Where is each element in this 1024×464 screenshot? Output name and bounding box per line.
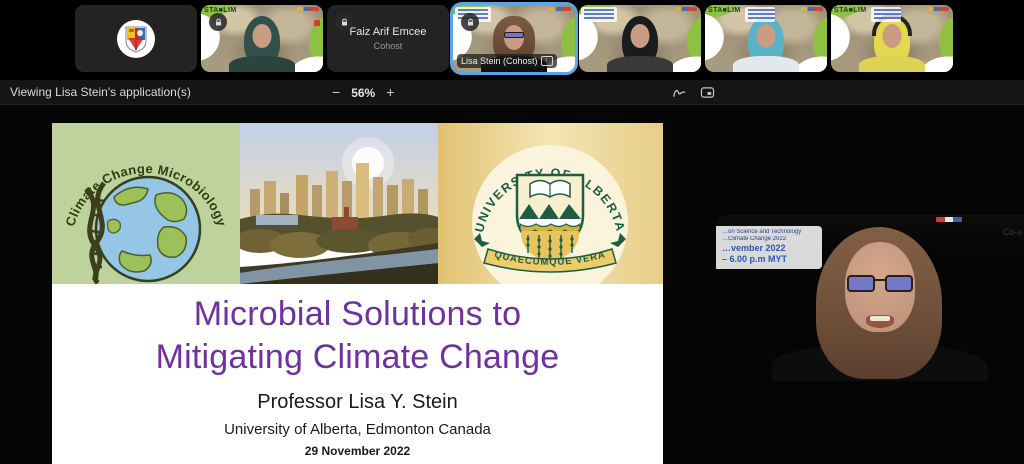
slide-footer: Professor Lisa Y. Stein University of Al… xyxy=(52,391,663,458)
speaker-figure xyxy=(800,227,960,381)
event-banner-thumbnail xyxy=(871,7,901,22)
zoom-window: STA■LIM Faiz Arif Emcee Cohost xyxy=(0,0,1024,464)
participant-tile-video-2[interactable] xyxy=(579,5,701,72)
screen-share-indicator-icon: ↑ xyxy=(541,56,553,66)
view-options-icon[interactable] xyxy=(700,86,715,99)
lock-icon xyxy=(335,13,353,31)
slide-title-line1: Microbial Solutions to xyxy=(52,293,663,336)
sponsor-logos xyxy=(927,7,949,11)
banner-line3: …vember 2022 xyxy=(722,243,817,254)
university-of-alberta-crest: UNIVERSITY OF ALBERTA xyxy=(438,123,663,284)
edmonton-skyline-photo xyxy=(240,123,438,284)
banner-line2: …Climate Change 2022 xyxy=(722,236,817,243)
slide-header-images: Climate Change Microbiology xyxy=(52,123,663,284)
cosponsor-label: Co-s xyxy=(1003,227,1022,237)
event-banner-thumbnail xyxy=(745,7,775,22)
participant-name: Faiz Arif Emcee xyxy=(349,26,426,38)
sponsor-logos xyxy=(801,7,823,11)
viewing-status-label: Viewing Lisa Stein's application(s) xyxy=(10,80,191,105)
presentation-slide: Climate Change Microbiology xyxy=(52,123,663,464)
avatar xyxy=(117,20,155,58)
presenter-name: Professor Lisa Y. Stein xyxy=(52,391,663,414)
zoom-out-button[interactable]: − xyxy=(330,80,342,105)
lock-icon xyxy=(209,13,227,31)
event-banner-thumbnail xyxy=(581,7,617,22)
glasses xyxy=(847,275,913,294)
zoom-controls: − 56% + xyxy=(330,80,396,105)
school-crest-icon xyxy=(124,25,148,53)
participant-strip: STA■LIM Faiz Arif Emcee Cohost xyxy=(0,0,1024,80)
banner-line1: …on Science and Technology xyxy=(722,229,817,236)
participant-tile-video-4[interactable]: STA■LIM xyxy=(831,5,953,72)
sponsor-logos xyxy=(675,7,697,11)
participant-tile-video-1[interactable]: STA■LIM xyxy=(201,5,323,72)
sponsor-logos xyxy=(549,7,571,11)
slide-title: Microbial Solutions to Mitigating Climat… xyxy=(52,293,663,379)
presenter-affiliation: University of Alberta, Edmonton Canada xyxy=(52,421,663,438)
staclim-logo-text: STA■LIM xyxy=(834,7,867,14)
staclim-logo-text: STA■LIM xyxy=(708,7,741,14)
participant-figure xyxy=(600,16,680,72)
participant-tile-video-3[interactable]: STA■LIM xyxy=(705,5,827,72)
banner-line4: – 6.00 p.m MYT xyxy=(722,254,817,265)
participant-figure xyxy=(222,16,302,72)
lock-icon xyxy=(461,13,479,31)
participant-role: Cohost xyxy=(374,41,403,51)
speaker-video[interactable]: …on Science and Technology …Climate Chan… xyxy=(716,215,1024,381)
participant-figure xyxy=(726,16,806,72)
sponsor-logos xyxy=(936,217,962,222)
event-banner: …on Science and Technology …Climate Chan… xyxy=(716,226,822,269)
sponsor-logos xyxy=(297,7,319,11)
recording-dot xyxy=(314,20,320,26)
participant-tile-lisa[interactable]: Lisa Stein (Cohost) ↑ xyxy=(453,5,575,72)
zoom-in-button[interactable]: + xyxy=(384,80,396,105)
participant-figure xyxy=(852,16,932,72)
climate-change-microbiology-logo: Climate Change Microbiology xyxy=(52,123,240,284)
participant-tile-avatar[interactable] xyxy=(75,5,197,72)
share-toolbar: Viewing Lisa Stein's application(s) − 56… xyxy=(0,80,1024,105)
speaker-mouth xyxy=(866,315,894,328)
participant-tile-faiz[interactable]: Faiz Arif Emcee Cohost xyxy=(327,5,449,72)
active-speaker-label: Lisa Stein (Cohost) ↑ xyxy=(457,54,557,68)
shared-screen-area: Climate Change Microbiology xyxy=(0,105,1024,464)
annotate-icon[interactable] xyxy=(672,86,687,99)
zoom-level[interactable]: 56% xyxy=(351,86,375,100)
presentation-date: 29 November 2022 xyxy=(52,444,663,458)
slide-title-line2: Mitigating Climate Change xyxy=(52,336,663,379)
